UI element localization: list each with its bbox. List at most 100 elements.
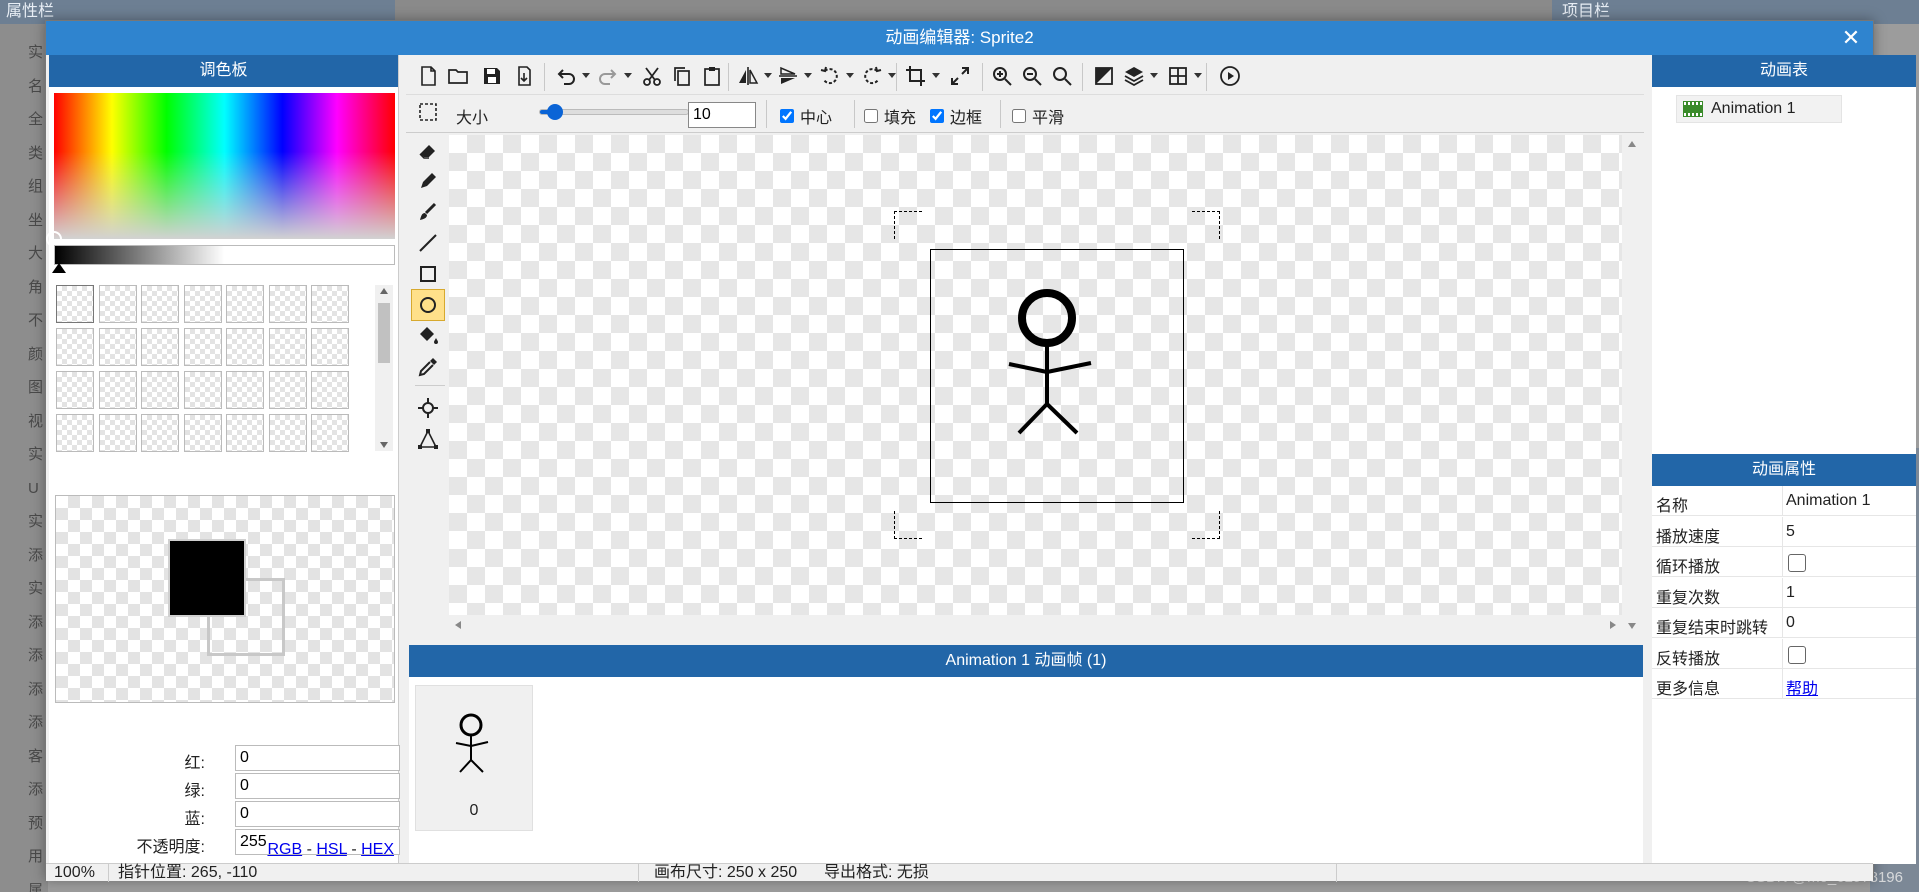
resize-icon[interactable] bbox=[946, 63, 974, 89]
crop-icon[interactable] bbox=[902, 63, 930, 89]
rectangle-icon[interactable] bbox=[411, 258, 445, 290]
primary-color[interactable] bbox=[168, 539, 246, 617]
smooth-checkbox[interactable] bbox=[1012, 109, 1026, 123]
color-swatch[interactable] bbox=[141, 371, 179, 409]
new-file-icon[interactable] bbox=[414, 63, 442, 89]
chevron-down-icon[interactable] bbox=[624, 73, 632, 78]
fill-option[interactable]: 填充 bbox=[864, 104, 916, 128]
rgb-link[interactable]: RGB bbox=[267, 841, 302, 858]
selection-corner[interactable] bbox=[894, 211, 922, 239]
color-swatch[interactable] bbox=[226, 414, 264, 452]
color-swatch[interactable] bbox=[268, 371, 307, 409]
property-value[interactable]: 0 bbox=[1786, 614, 1795, 632]
blue-input[interactable] bbox=[235, 801, 400, 827]
color-swatch[interactable] bbox=[98, 371, 137, 409]
chevron-down-icon[interactable] bbox=[1194, 73, 1202, 78]
rotate-left-icon[interactable] bbox=[816, 63, 844, 89]
chevron-down-icon[interactable] bbox=[804, 73, 812, 78]
line-icon[interactable] bbox=[411, 227, 445, 259]
paste-icon[interactable] bbox=[698, 63, 726, 89]
color-swatch[interactable] bbox=[268, 414, 307, 452]
eyedropper-icon[interactable] bbox=[411, 351, 445, 383]
size-slider-knob[interactable] bbox=[547, 104, 563, 120]
property-value[interactable]: 1 bbox=[1786, 584, 1795, 602]
flip-vertical-icon[interactable] bbox=[774, 63, 802, 89]
green-input[interactable] bbox=[235, 773, 400, 799]
color-swatch[interactable] bbox=[56, 328, 94, 366]
chevron-down-icon[interactable] bbox=[582, 73, 590, 78]
color-swatch[interactable] bbox=[226, 371, 264, 409]
zoom-in-icon[interactable] bbox=[988, 63, 1016, 89]
scroll-down-icon[interactable] bbox=[380, 442, 388, 448]
color-swatch[interactable] bbox=[226, 285, 264, 323]
scroll-up-icon[interactable] bbox=[380, 288, 388, 294]
selection-corner[interactable] bbox=[1192, 511, 1220, 539]
property-checkbox[interactable] bbox=[1788, 645, 1806, 664]
open-folder-icon[interactable] bbox=[444, 63, 472, 89]
color-swatch[interactable] bbox=[141, 285, 179, 323]
scroll-thumb[interactable] bbox=[378, 303, 390, 363]
center-checkbox[interactable] bbox=[780, 109, 794, 123]
color-swatch[interactable] bbox=[98, 328, 137, 366]
border-option[interactable]: 边框 bbox=[930, 104, 982, 128]
selection-corner[interactable] bbox=[894, 511, 922, 539]
scroll-right-icon[interactable] bbox=[1610, 621, 1616, 629]
color-swatch[interactable] bbox=[56, 414, 94, 452]
flip-horizontal-icon[interactable] bbox=[734, 63, 762, 89]
copy-icon[interactable] bbox=[668, 63, 696, 89]
property-value[interactable]: Animation 1 bbox=[1786, 492, 1871, 510]
fill-checkbox[interactable] bbox=[864, 109, 878, 123]
undo-icon[interactable] bbox=[552, 63, 580, 89]
color-swatch[interactable] bbox=[183, 414, 222, 452]
color-swatch[interactable] bbox=[183, 328, 222, 366]
color-swatch[interactable] bbox=[141, 328, 179, 366]
property-checkbox[interactable] bbox=[1788, 554, 1806, 572]
border-checkbox[interactable] bbox=[930, 109, 944, 123]
animation-list-item[interactable]: Animation 1 bbox=[1676, 95, 1842, 123]
zoom-out-icon[interactable] bbox=[1018, 63, 1046, 89]
color-swatch[interactable] bbox=[98, 285, 137, 323]
cut-icon[interactable] bbox=[638, 63, 666, 89]
canvas-horizontal-scrollbar[interactable] bbox=[449, 615, 1622, 635]
chevron-down-icon[interactable] bbox=[764, 73, 772, 78]
chevron-down-icon[interactable] bbox=[888, 73, 896, 78]
property-value[interactable]: 5 bbox=[1786, 523, 1795, 541]
save-icon[interactable] bbox=[478, 63, 506, 89]
chevron-down-icon[interactable] bbox=[932, 73, 940, 78]
size-slider[interactable] bbox=[539, 104, 689, 120]
color-swatch[interactable] bbox=[141, 414, 179, 452]
zoom-fit-icon[interactable] bbox=[1048, 63, 1076, 89]
color-swatch[interactable] bbox=[311, 371, 349, 409]
color-swatch[interactable] bbox=[311, 414, 349, 452]
help-link[interactable]: 帮助 bbox=[1786, 675, 1818, 699]
scroll-down-icon[interactable] bbox=[1628, 623, 1636, 629]
color-swatch[interactable] bbox=[268, 328, 307, 366]
color-swatch[interactable] bbox=[226, 328, 264, 366]
hex-link[interactable]: HEX bbox=[361, 841, 394, 858]
color-spectrum[interactable] bbox=[46, 93, 395, 247]
redo-icon[interactable] bbox=[594, 63, 622, 89]
scroll-left-icon[interactable] bbox=[455, 621, 461, 629]
rotate-right-icon[interactable] bbox=[858, 63, 886, 89]
color-swatch[interactable] bbox=[183, 371, 222, 409]
smooth-option[interactable]: 平滑 bbox=[1012, 104, 1064, 128]
eraser-icon[interactable] bbox=[411, 134, 445, 166]
chevron-down-icon[interactable] bbox=[846, 73, 854, 78]
brightness-marker-icon[interactable] bbox=[52, 263, 66, 273]
center-option[interactable]: 中心 bbox=[780, 104, 832, 128]
canvas-vertical-scrollbar[interactable] bbox=[1622, 135, 1642, 635]
size-input[interactable] bbox=[688, 102, 756, 128]
color-swatch[interactable] bbox=[56, 371, 94, 409]
scroll-up-icon[interactable] bbox=[1628, 141, 1636, 147]
invert-icon[interactable] bbox=[1090, 63, 1118, 89]
frame-thumbnail[interactable]: 0 bbox=[415, 685, 533, 831]
color-swatch[interactable] bbox=[268, 285, 307, 323]
color-swatch[interactable] bbox=[98, 414, 137, 452]
color-swatch[interactable] bbox=[183, 285, 222, 323]
pencil-icon[interactable] bbox=[411, 165, 445, 197]
brightness-bar[interactable] bbox=[52, 245, 395, 273]
color-swatch[interactable] bbox=[311, 328, 349, 366]
red-input[interactable] bbox=[235, 745, 400, 771]
chevron-down-icon[interactable] bbox=[1150, 73, 1158, 78]
close-icon[interactable]: ✕ bbox=[1839, 21, 1863, 55]
